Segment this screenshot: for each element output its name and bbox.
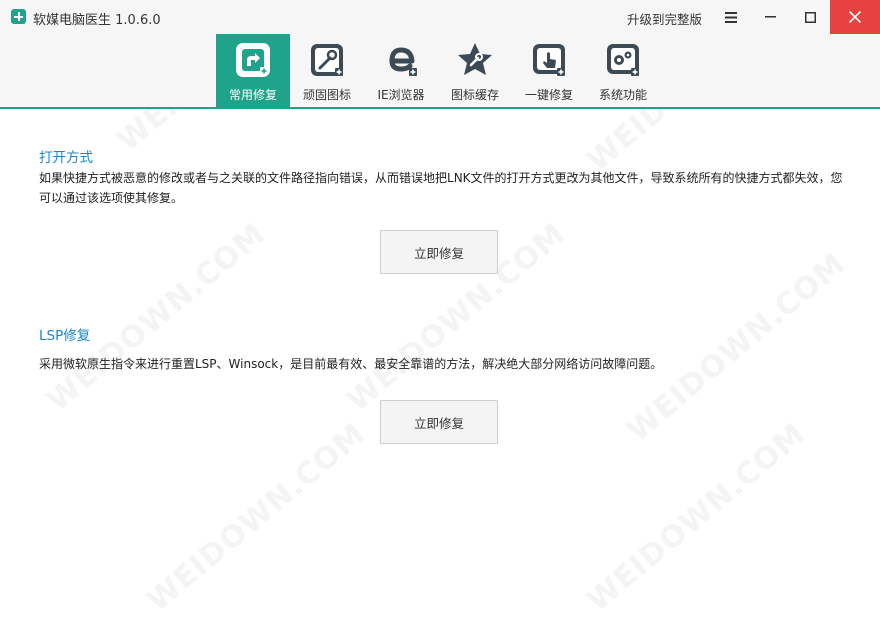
common-repair-icon [236, 43, 270, 77]
toolbar-divider [0, 107, 880, 109]
tab-common-repair[interactable]: 常用修复 [216, 34, 290, 107]
upgrade-link[interactable]: 升级到完整版 [627, 9, 702, 28]
hamburger-menu-icon [725, 11, 737, 23]
watermark-text: WEIDOWN.COM [580, 416, 813, 619]
section-description-open-with: 如果快捷方式被恶意的修改或者与之关联的文件路径指向错误，从而错误地把LNK文件的… [39, 171, 843, 205]
close-icon [849, 11, 861, 23]
close-button[interactable] [830, 0, 880, 34]
watermark-text: WEIDOWN.COM [140, 416, 373, 619]
tab-label: 常用修复 [228, 88, 277, 102]
tab-one-click-repair[interactable]: 一键修复 [512, 34, 586, 107]
tab-ie-browser[interactable]: IE浏览器 [364, 34, 438, 107]
tab-label: 图标缓存 [450, 88, 499, 102]
stubborn-icon-tools-icon [311, 44, 343, 76]
section-title-open-with: 打开方式 [39, 150, 93, 166]
tab-label: 一键修复 [524, 88, 573, 102]
menu-button[interactable] [712, 0, 750, 34]
tab-stubborn-icons[interactable]: 顽固图标 [290, 34, 364, 107]
tab-label: IE浏览器 [377, 88, 425, 102]
tab-label: 顽固图标 [302, 88, 351, 102]
fix-lsp-button[interactable]: 立即修复 [380, 400, 498, 444]
system-functions-gear-icon [607, 44, 639, 76]
minimize-button[interactable] [751, 0, 789, 34]
ie-browser-icon [389, 47, 417, 76]
maximize-button[interactable] [791, 0, 829, 34]
fix-open-with-button[interactable]: 立即修复 [380, 230, 498, 274]
icon-cache-star-icon [458, 43, 492, 75]
section-title-lsp: LSP修复 [39, 328, 91, 344]
one-click-repair-icon [533, 44, 565, 76]
tab-icon-cache[interactable]: 图标缓存 [438, 34, 512, 107]
maximize-icon [804, 11, 816, 23]
minimize-icon [764, 16, 776, 18]
section-description-lsp: 采用微软原生指令来进行重置LSP、Winsock，是目前最有效、最安全靠谱的方法… [39, 357, 663, 371]
tab-system-functions[interactable]: 系统功能 [586, 34, 660, 107]
window-title: 软媒电脑医生 1.0.6.0 [33, 13, 161, 28]
app-logo-icon [11, 9, 26, 24]
title-bar: 软媒电脑医生 1.0.6.0 升级到完整版 [0, 0, 880, 34]
watermark-text: WEIDOWN.COM [40, 216, 273, 419]
watermark-text: WEIDOWN.COM [620, 246, 853, 449]
tab-label: 系统功能 [598, 88, 647, 102]
